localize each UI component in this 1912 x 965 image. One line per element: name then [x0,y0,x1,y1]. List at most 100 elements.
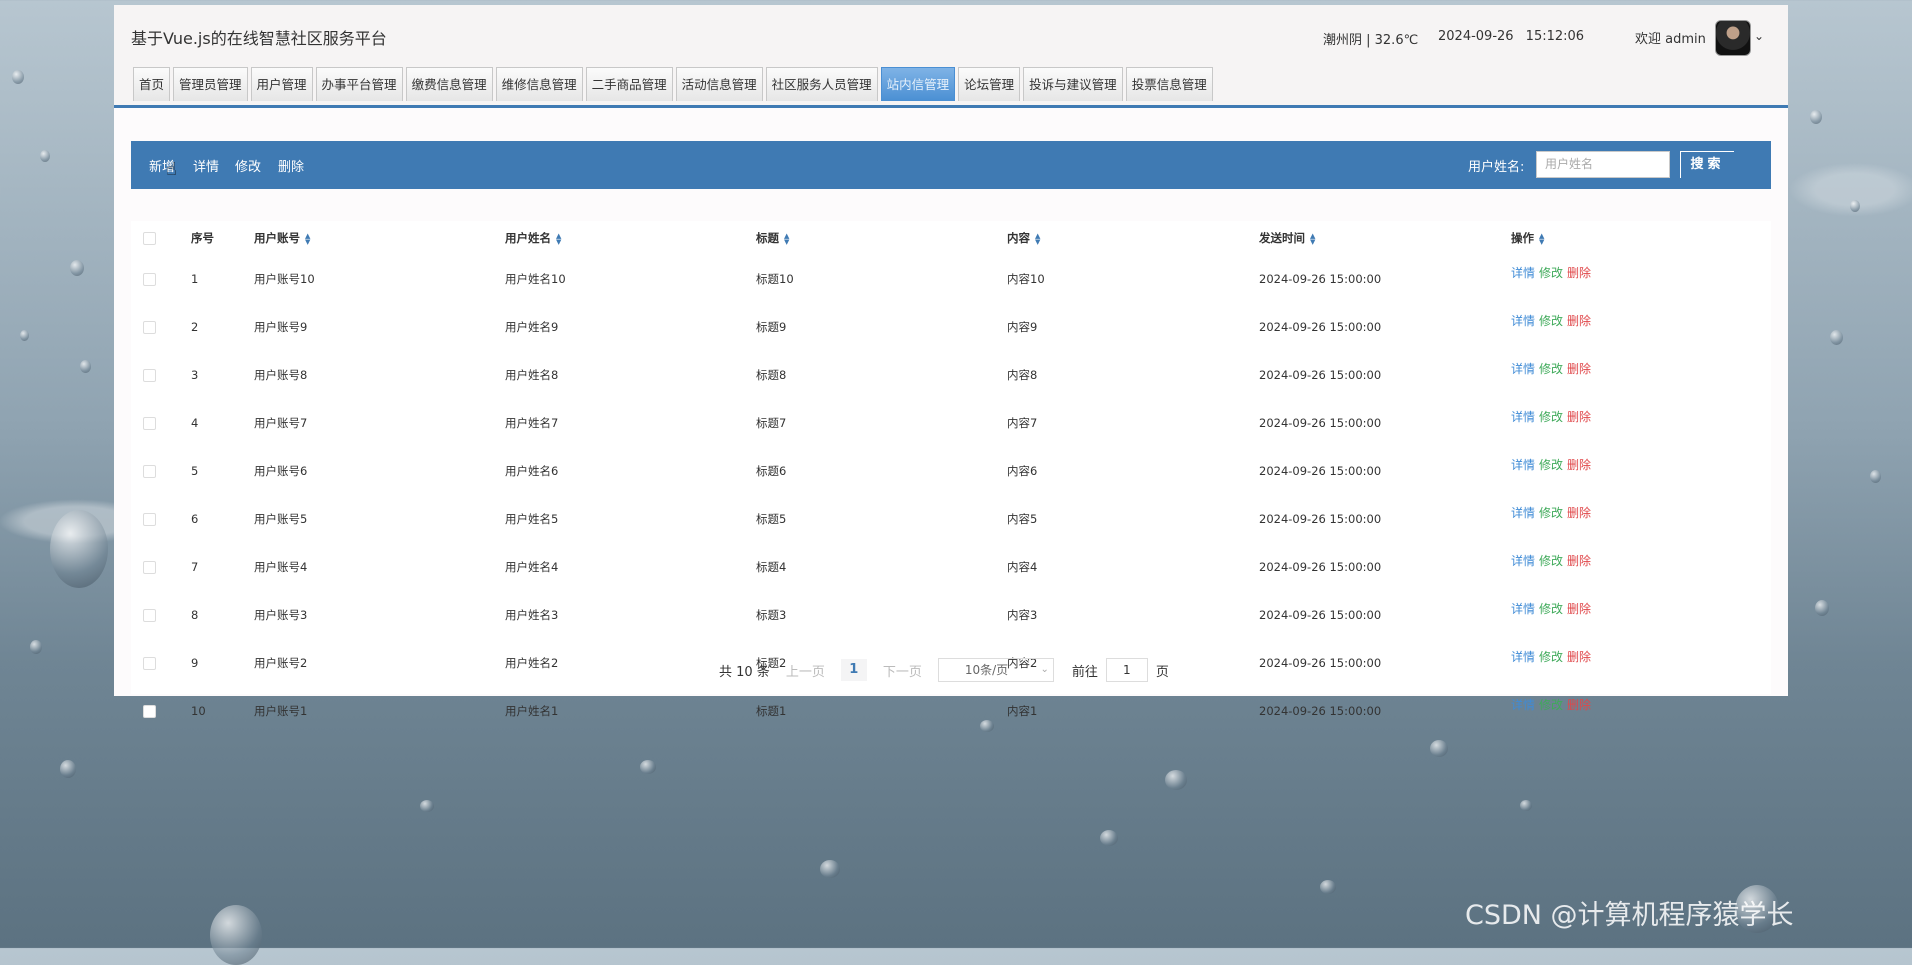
page-size-select[interactable]: 10条/页 [937,658,1054,682]
row-delete-link[interactable]: 删除 [1567,410,1591,424]
row-delete-link[interactable]: 删除 [1567,554,1591,568]
row-checkbox[interactable] [143,321,156,334]
search-input[interactable]: 用户姓名 [1536,151,1670,178]
cell-account: 用户账号10 [254,272,315,286]
row-edit-link[interactable]: 修改 [1539,314,1563,328]
tab-user-management[interactable]: 用户管理 [250,67,313,101]
row-detail-link[interactable]: 详情 [1511,458,1535,472]
row-delete-link[interactable]: 删除 [1567,650,1591,664]
tab-admin-management[interactable]: 管理员管理 [173,67,248,101]
edit-button[interactable]: 修改 [235,156,261,175]
sort-icon[interactable]: ▲ ▼ [556,232,561,245]
column-header-title[interactable]: 标题 [756,231,779,245]
row-detail-link[interactable]: 详情 [1511,410,1535,424]
page-number-current[interactable]: 1 [840,659,867,681]
row-checkbox[interactable] [143,417,156,430]
delete-button[interactable]: 删除 [278,156,304,175]
row-checkbox[interactable] [143,705,156,718]
tab-activity-info[interactable]: 活动信息管理 [675,67,763,101]
row-delete-link[interactable]: 删除 [1567,602,1591,616]
table-row[interactable]: 2 用户账号9 用户姓名9 标题9 内容9 2024-09-26 15:00:00 详情 修改… [131,303,1771,351]
tab-community-staff[interactable]: 社区服务人员管理 [765,67,878,101]
detail-button[interactable]: 详情 [193,156,219,175]
cell-title: 标题4 [756,560,787,574]
main-nav: 首页 管理员管理 用户管理 办事平台管理 缴费信息管理 维修信息管理 二手商品管… [133,67,1213,101]
sort-icon[interactable]: ▲ ▼ [784,232,789,245]
cell-send-time: 2024-09-26 15:00:00 [1259,416,1382,430]
row-edit-link[interactable]: 修改 [1539,458,1563,472]
table-row[interactable]: 8 用户账号3 用户姓名3 标题3 内容3 2024-09-26 15:00:00 详情 修改… [131,591,1771,639]
row-edit-link[interactable]: 修改 [1539,410,1563,424]
avatar[interactable] [1715,20,1751,56]
tab-payment-info[interactable]: 缴费信息管理 [405,67,493,101]
cell-account: 用户账号8 [254,368,308,382]
row-detail-link[interactable]: 详情 [1511,602,1535,616]
row-delete-link[interactable]: 删除 [1567,362,1591,376]
sort-icon[interactable]: ▲ ▼ [1035,232,1040,245]
cell-no: 8 [191,608,199,622]
cell-send-time: 2024-09-26 15:00:00 [1259,512,1382,526]
row-delete-link[interactable]: 删除 [1567,506,1591,520]
tab-service-platform[interactable]: 办事平台管理 [315,67,403,101]
row-detail-link[interactable]: 详情 [1511,266,1535,280]
column-header-content[interactable]: 内容 [1007,231,1030,245]
row-checkbox[interactable] [143,465,156,478]
row-edit-link[interactable]: 修改 [1539,362,1563,376]
row-detail-link[interactable]: 详情 [1511,650,1535,664]
column-header-account[interactable]: 用户账号 [254,231,300,245]
row-detail-link[interactable]: 详情 [1511,362,1535,376]
cell-account: 用户账号5 [254,512,308,526]
tab-complaint-suggestion[interactable]: 投诉与建议管理 [1023,67,1123,101]
row-edit-link[interactable]: 修改 [1539,554,1563,568]
table-row[interactable]: 1 用户账号10 用户姓名10 标题10 内容10 2024-09-26 15:00:00… [131,255,1771,303]
tab-secondhand-goods[interactable]: 二手商品管理 [585,67,673,101]
table-row[interactable]: 5 用户账号6 用户姓名6 标题6 内容6 2024-09-26 15:00:00 详情 修改… [131,447,1771,495]
table-row[interactable]: 4 用户账号7 用户姓名7 标题7 内容7 2024-09-26 15:00:00 详情 修改… [131,399,1771,447]
row-detail-link[interactable]: 详情 [1511,506,1535,520]
table-row[interactable]: 3 用户账号8 用户姓名8 标题8 内容8 2024-09-26 15:00:00 详情 修改… [131,351,1771,399]
table-row[interactable]: 10 用户账号1 用户姓名1 标题1 内容1 2024-09-26 15:00:00 详情修… [131,687,1771,735]
row-checkbox[interactable] [143,561,156,574]
sort-icon[interactable]: ▲ ▼ [1310,232,1315,245]
row-checkbox[interactable] [143,369,156,382]
column-header-actions[interactable]: 操作 [1511,231,1534,245]
row-edit-link[interactable]: 修改 [1539,698,1563,712]
row-detail-link[interactable]: 详情 [1511,698,1535,712]
row-delete-link[interactable]: 删除 [1567,458,1591,472]
table-row[interactable]: 7 用户账号4 用户姓名4 标题4 内容4 2024-09-26 15:00:00 详情 修改… [131,543,1771,591]
column-header-send-time[interactable]: 发送时间 [1259,231,1305,245]
row-checkbox[interactable] [143,657,156,670]
row-edit-link[interactable]: 修改 [1539,602,1563,616]
tab-vote-info[interactable]: 投票信息管理 [1125,67,1213,101]
row-edit-link[interactable]: 修改 [1539,266,1563,280]
tab-repair-info[interactable]: 维修信息管理 [495,67,583,101]
row-delete-link[interactable]: 删除 [1567,266,1591,280]
sort-icon[interactable]: ▲ ▼ [1539,232,1544,245]
row-delete-link[interactable]: 删除 [1567,698,1591,712]
row-detail-link[interactable]: 详情 [1511,554,1535,568]
goto-page-input[interactable]: 1 [1105,658,1148,682]
tab-forum-management[interactable]: 论坛管理 [958,67,1021,101]
cell-name: 用户姓名5 [505,512,559,526]
tab-home[interactable]: 首页 [133,67,171,101]
next-page-button[interactable]: 下一页 [883,661,922,680]
chevron-down-icon[interactable]: ⌄ [1754,29,1764,43]
row-checkbox[interactable] [143,609,156,622]
select-all-checkbox[interactable] [143,232,156,245]
tab-message-management[interactable]: 站内信管理 [880,67,956,101]
row-detail-link[interactable]: 详情 [1511,314,1535,328]
row-checkbox[interactable] [143,513,156,526]
row-edit-link[interactable]: 修改 [1539,650,1563,664]
prev-page-button[interactable]: 上一页 [786,661,825,680]
column-header-name[interactable]: 用户姓名 [505,231,551,245]
sort-icon[interactable]: ▲ ▼ [305,232,310,245]
table-row[interactable]: 6 用户账号5 用户姓名5 标题5 内容5 2024-09-26 15:00:00 详情 修改… [131,495,1771,543]
cell-account: 用户账号6 [254,464,308,478]
cell-title: 标题3 [756,608,787,622]
row-checkbox[interactable] [143,273,156,286]
cell-content: 内容1 [1007,704,1038,718]
row-edit-link[interactable]: 修改 [1539,506,1563,520]
row-delete-link[interactable]: 删除 [1567,314,1591,328]
search-button[interactable]: 搜索 [1680,151,1734,178]
cell-title: 标题5 [756,512,787,526]
